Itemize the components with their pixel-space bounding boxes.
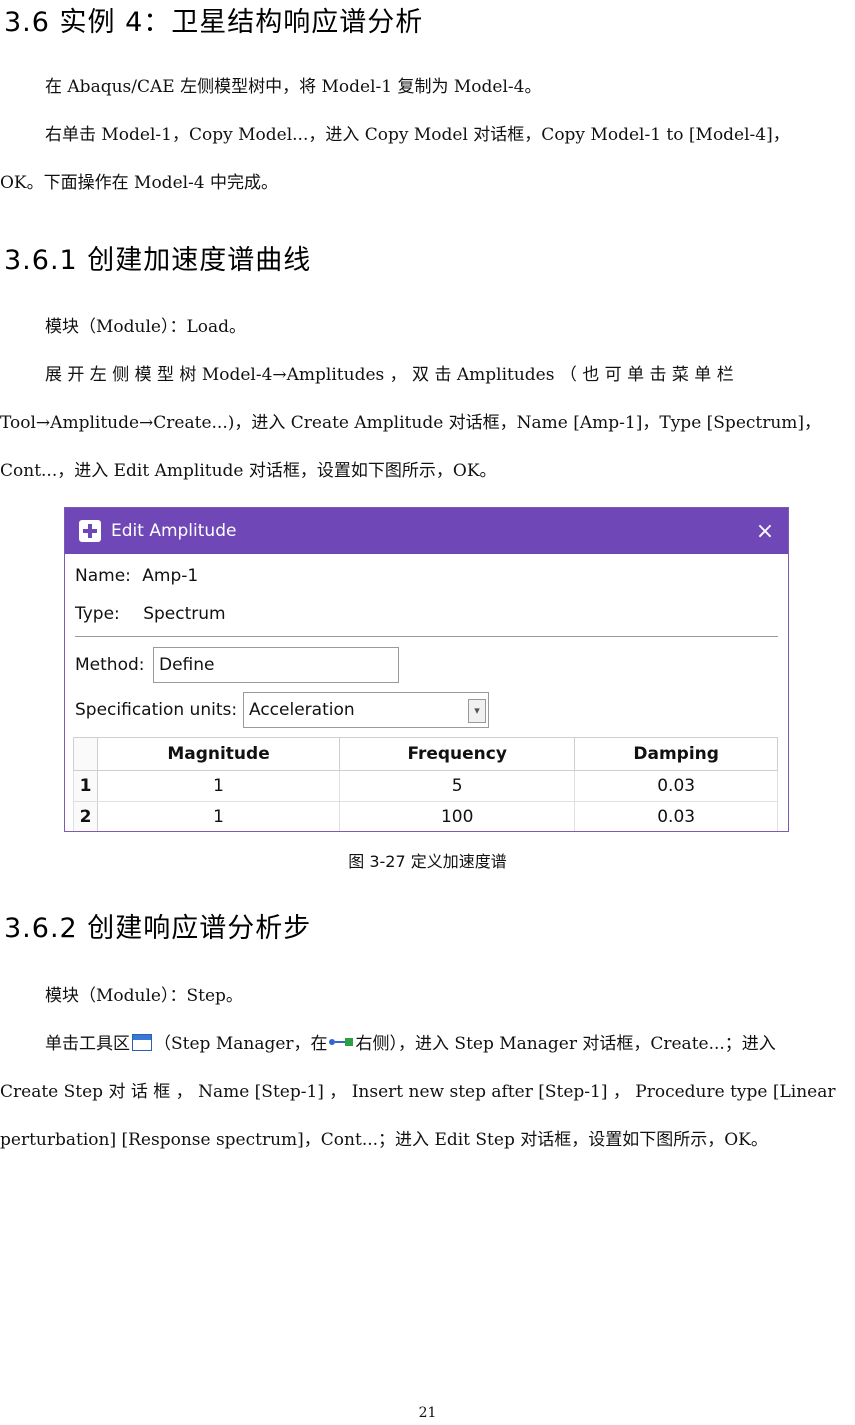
- column-header[interactable]: Magnitude: [96, 737, 341, 771]
- table-header-row: Magnitude Frequency Damping: [73, 737, 778, 771]
- figure-caption: 图 3-27 定义加速度谱: [348, 852, 507, 871]
- name-value: Amp-1: [142, 566, 199, 586]
- paragraph: 展 开 左 侧 模 型 树 Model-4→Amplitudes ， 双 击 A…: [45, 365, 734, 385]
- units-select[interactable]: Acceleration ▾: [243, 692, 489, 728]
- text-run: 右侧），进入 Step Manager 对话框，Create...；进入: [355, 1034, 776, 1054]
- corner-cell: [73, 737, 98, 771]
- create-step-icon: [328, 1036, 355, 1048]
- paragraph: Cont...，进入 Edit Amplitude 对话框，设置如下图所示，OK…: [0, 461, 497, 481]
- type-row: Type: Spectrum: [75, 604, 226, 624]
- paragraph: perturbation] [Response spectrum]，Cont..…: [0, 1130, 768, 1150]
- section-heading-main: 3.6 实例 4：卫星结构响应谱分析: [4, 7, 424, 38]
- table-cell[interactable]: 5: [339, 770, 576, 802]
- paragraph: Tool→Amplitude→Create...)，进入 Create Ampl…: [0, 413, 822, 433]
- dialog-title: Edit Amplitude: [111, 521, 237, 541]
- method-field[interactable]: Define: [153, 647, 399, 683]
- column-header[interactable]: Damping: [574, 737, 778, 771]
- table-row: 2 1 100 0.03: [73, 801, 778, 831]
- table-row: 1 1 5 0.03: [73, 770, 778, 802]
- paragraph: Create Step 对 话 框 ， Name [Step-1] ， Inse…: [0, 1082, 836, 1102]
- table-cell[interactable]: 1: [96, 770, 341, 802]
- units-value: Acceleration: [249, 700, 355, 720]
- paragraph: 右单击 Model-1，Copy Model...，进入 Copy Model …: [45, 125, 790, 145]
- table-cell[interactable]: 1: [96, 801, 341, 831]
- table-cell[interactable]: 0.03: [574, 801, 778, 831]
- method-label: Method:: [75, 655, 145, 675]
- close-icon[interactable]: ×: [742, 508, 788, 554]
- section-heading: 3.6.2 创建响应谱分析步: [4, 913, 312, 944]
- paragraph: OK。下面操作在 Model-4 中完成。: [0, 173, 279, 193]
- units-label: Specification units:: [75, 700, 238, 720]
- paragraph: 模块（Module）：Load。: [45, 317, 247, 337]
- section-heading: 3.6.1 创建加速度谱曲线: [4, 245, 312, 276]
- column-header[interactable]: Frequency: [339, 737, 576, 771]
- step-manager-icon: [132, 1034, 152, 1051]
- row-index[interactable]: 2: [73, 801, 98, 831]
- app-icon: [79, 520, 101, 542]
- name-row: Name: Amp-1: [75, 566, 198, 586]
- paragraph: 在 Abaqus/CAE 左侧模型树中，将 Model-1 复制为 Model-…: [45, 77, 542, 97]
- chevron-down-icon[interactable]: ▾: [468, 699, 486, 723]
- page-number: 21: [418, 1405, 437, 1421]
- name-label: Name:: [75, 566, 131, 586]
- edit-amplitude-dialog: Edit Amplitude × Name: Amp-1 Type: Spect…: [64, 507, 789, 832]
- amplitude-table: Magnitude Frequency Damping 1 1 5 0.03 2…: [73, 737, 778, 831]
- divider: [75, 636, 778, 637]
- text-run: （Step Manager，在: [154, 1034, 328, 1054]
- text-run: 单击工具区: [45, 1034, 130, 1054]
- paragraph: 模块（Module）：Step。: [45, 986, 243, 1006]
- paragraph: 单击工具区 （Step Manager，在 右侧），进入 Step Manager …: [0, 1020, 855, 1068]
- dialog-titlebar: Edit Amplitude ×: [65, 508, 788, 554]
- table-cell[interactable]: 100: [339, 801, 576, 831]
- row-index[interactable]: 1: [73, 770, 98, 802]
- type-label: Type:: [75, 604, 120, 624]
- type-value: Spectrum: [143, 604, 226, 624]
- table-cell[interactable]: 0.03: [574, 770, 778, 802]
